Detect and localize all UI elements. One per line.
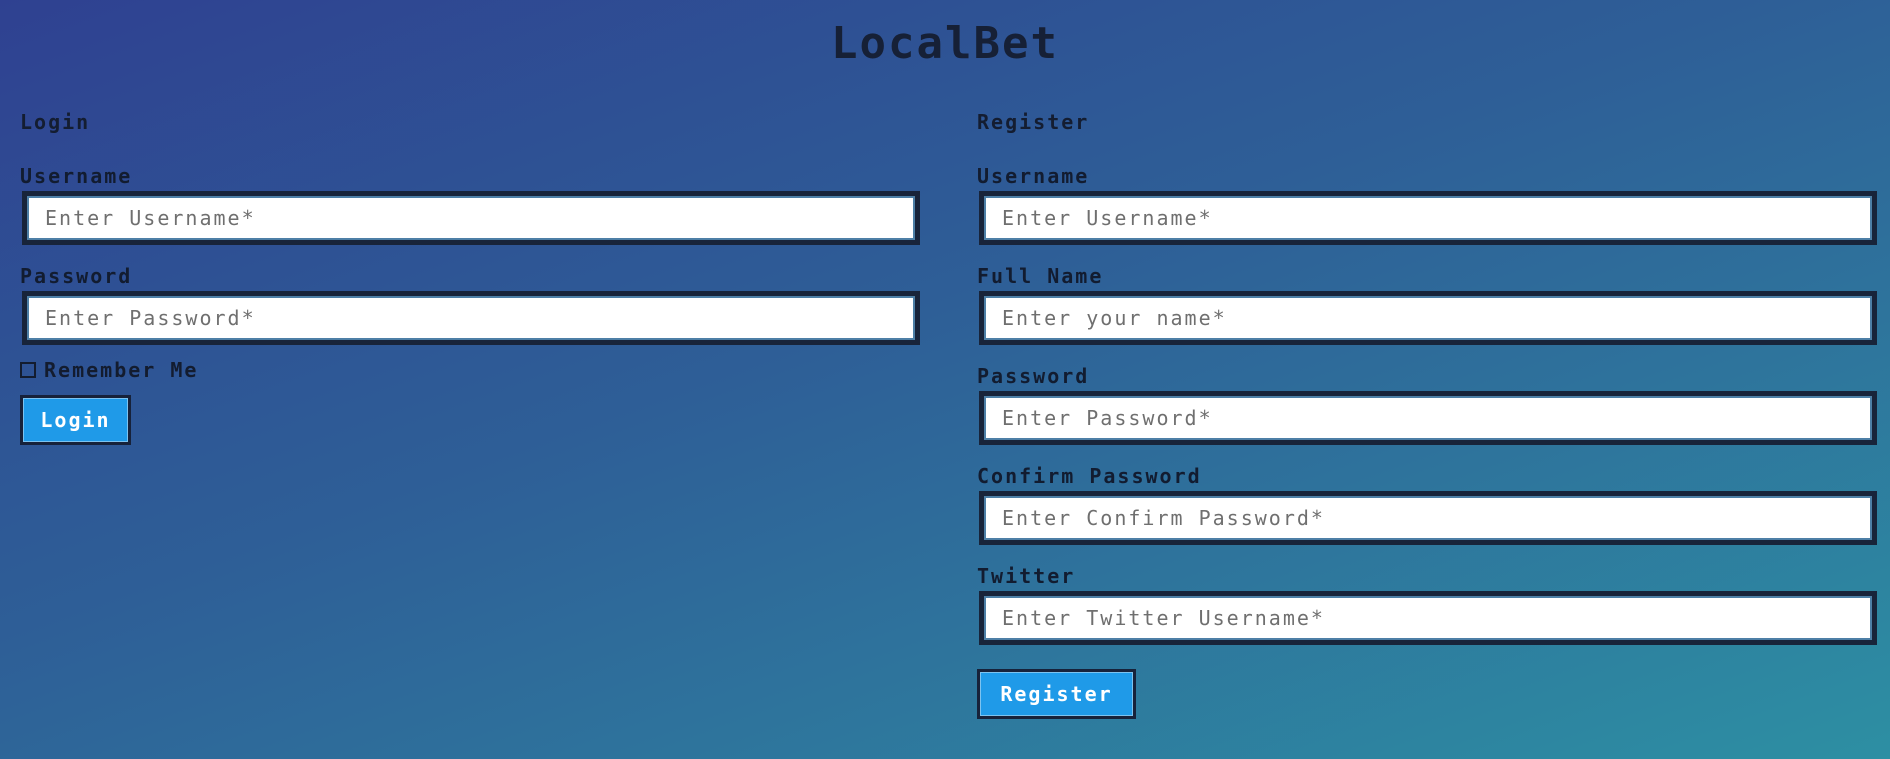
- register-fullname-input[interactable]: [979, 291, 1877, 345]
- register-fullname-label: Full Name: [977, 264, 1104, 288]
- remember-me-label[interactable]: Remember Me: [44, 358, 198, 382]
- login-password-label: Password: [20, 264, 133, 288]
- login-username-input[interactable]: [22, 191, 920, 245]
- login-button[interactable]: Login: [20, 395, 131, 445]
- login-password-input[interactable]: [22, 291, 920, 345]
- register-username-field: Username: [977, 163, 1877, 245]
- register-confirm-password-input[interactable]: [979, 491, 1877, 545]
- register-password-label: Password: [977, 364, 1090, 388]
- register-password-field: Password: [977, 363, 1877, 445]
- register-password-input[interactable]: [979, 391, 1877, 445]
- register-twitter-field: Twitter: [977, 563, 1877, 645]
- app-title: LocalBet: [831, 18, 1059, 69]
- register-heading: Register: [977, 110, 1090, 134]
- remember-me-checkbox[interactable]: [20, 362, 36, 378]
- login-panel: Login Username Password Remember Me Logi…: [20, 110, 920, 445]
- page: LocalBet Login Username Password Remembe…: [0, 0, 1890, 759]
- register-fullname-field: Full Name: [977, 263, 1877, 345]
- login-password-field: Password: [20, 263, 920, 345]
- login-heading: Login: [20, 110, 91, 134]
- login-username-label: Username: [20, 164, 133, 188]
- register-confirm-password-field: Confirm Password: [977, 463, 1877, 545]
- register-username-input[interactable]: [979, 191, 1877, 245]
- register-button[interactable]: Register: [977, 669, 1136, 719]
- remember-me-row: Remember Me: [20, 357, 918, 383]
- register-twitter-label: Twitter: [977, 564, 1076, 588]
- register-username-label: Username: [977, 164, 1090, 188]
- register-panel: Register Username Full Name Password Con…: [977, 110, 1877, 719]
- register-twitter-input[interactable]: [979, 591, 1877, 645]
- register-confirm-password-label: Confirm Password: [977, 464, 1202, 488]
- login-username-field: Username: [20, 163, 920, 245]
